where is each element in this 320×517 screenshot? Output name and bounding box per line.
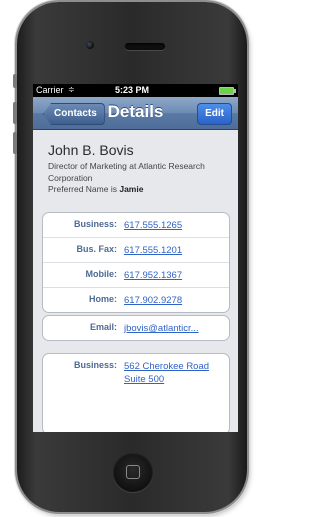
phone-link[interactable]: 617.555.1265 bbox=[124, 219, 182, 232]
address-line-1: 562 Cherokee Road bbox=[124, 361, 210, 372]
phone-numbers-group: Business: 617.555.1265 Bus. Fax: 617.555… bbox=[42, 212, 230, 313]
status-time: 5:23 PM bbox=[115, 85, 150, 95]
phone-label: Business: bbox=[73, 219, 117, 229]
home-square-icon bbox=[126, 465, 140, 479]
address-group: Business: 562 Cherokee Road Suite 500 bbox=[42, 353, 230, 432]
contact-details-view[interactable]: John B. Bovis Director of Marketing at A… bbox=[33, 130, 238, 432]
wifi-icon: ≑ bbox=[68, 85, 75, 94]
phone-row-business[interactable]: Business: 617.555.1265 bbox=[43, 213, 229, 237]
volume-up-button bbox=[13, 102, 17, 124]
contact-job-title: Director of Marketing at Atlantic Resear… bbox=[48, 161, 205, 183]
address-line-2: Suite 500 bbox=[124, 374, 165, 385]
email-link[interactable]: jbovis@atlanticr... bbox=[124, 322, 199, 335]
address-link[interactable]: 562 Cherokee Road Suite 500 bbox=[124, 360, 209, 386]
battery-icon bbox=[219, 87, 236, 95]
address-row[interactable]: Business: 562 Cherokee Road Suite 500 bbox=[43, 354, 229, 432]
preferred-name-line: Preferred Name is Jamie bbox=[48, 184, 224, 194]
edit-button[interactable]: Edit bbox=[197, 103, 232, 125]
phone-label: Bus. Fax: bbox=[76, 244, 117, 254]
navigation-bar: Contacts Details Edit bbox=[33, 97, 238, 130]
home-button[interactable] bbox=[113, 452, 153, 492]
preferred-name: Jamie bbox=[119, 184, 144, 194]
phone-screen: Carrier ≑ 5:23 PM Contacts Details Edit … bbox=[33, 84, 238, 432]
phone-link[interactable]: 617.902.9278 bbox=[124, 294, 182, 307]
phone-link[interactable]: 617.952.1367 bbox=[124, 269, 182, 282]
mute-switch bbox=[13, 74, 17, 88]
volume-down-button bbox=[13, 132, 17, 154]
preferred-name-prefix: Preferred Name is bbox=[48, 184, 120, 194]
email-row[interactable]: Email: jbovis@atlanticr... bbox=[43, 316, 229, 340]
email-label: Email: bbox=[89, 322, 117, 332]
status-bar: Carrier ≑ 5:23 PM bbox=[33, 84, 238, 97]
phone-label: Home: bbox=[88, 294, 117, 304]
earpiece-speaker bbox=[125, 43, 165, 50]
phone-label: Mobile: bbox=[85, 269, 118, 279]
phone-row-fax[interactable]: Bus. Fax: 617.555.1201 bbox=[43, 237, 229, 262]
front-camera bbox=[86, 41, 94, 49]
contact-header: John B. Bovis Director of Marketing at A… bbox=[33, 130, 238, 194]
phone-link[interactable]: 617.555.1201 bbox=[124, 244, 182, 257]
phone-row-home[interactable]: Home: 617.902.9278 bbox=[43, 287, 229, 312]
email-group: Email: jbovis@atlanticr... bbox=[42, 315, 230, 341]
address-label: Business: bbox=[73, 360, 117, 370]
phone-row-mobile[interactable]: Mobile: 617.952.1367 bbox=[43, 262, 229, 287]
contact-name: John B. Bovis bbox=[48, 142, 134, 158]
carrier-label: Carrier bbox=[36, 85, 64, 95]
